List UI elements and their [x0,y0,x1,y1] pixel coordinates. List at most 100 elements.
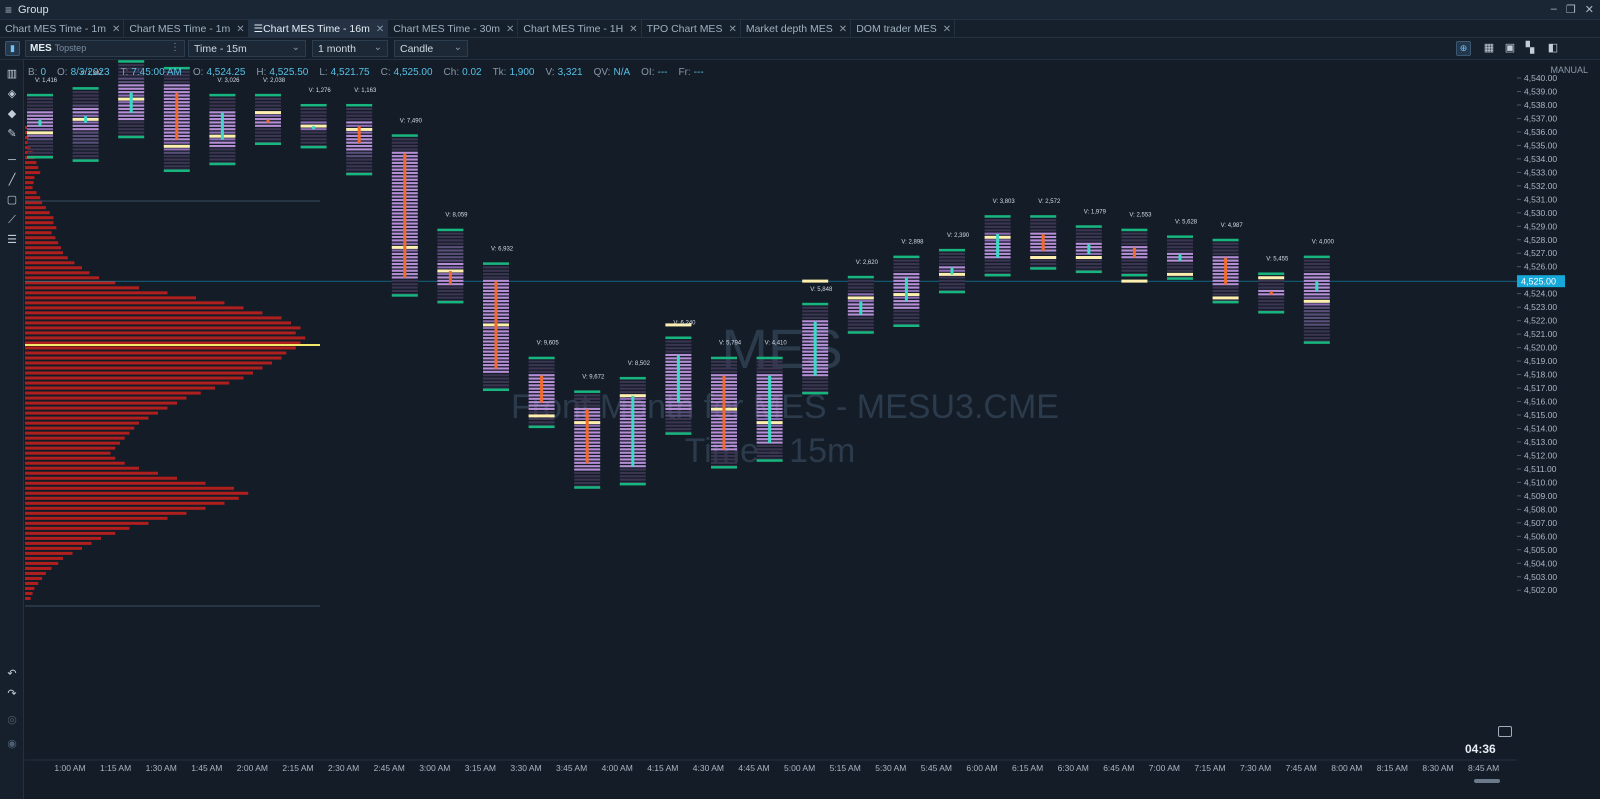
footprint-cell [893,300,920,303]
close-icon[interactable]: ✕ [1585,3,1594,16]
tab-4[interactable]: Chart MES Time - 1H ✕ [518,20,642,38]
volume-profile-bar [25,386,215,390]
more-options-icon[interactable]: ⋮ [170,42,180,53]
grid-layout-icon[interactable]: ▦ [1481,41,1497,56]
footprint-cell [893,269,920,272]
footprint-cell [619,387,646,390]
brush-icon[interactable]: ✎ [4,126,20,142]
tab-2[interactable]: ☰ Chart MES Time - 16m ✕ [248,20,389,38]
horizontal-line-icon[interactable]: ─ [4,152,20,168]
alert-bell-icon[interactable]: ◆ [4,106,20,122]
low-cap [619,482,646,486]
footprint-cell [209,94,236,97]
footprint-cell [711,438,737,441]
tab-close-icon[interactable]: ✕ [112,24,120,35]
footprint-cell [209,155,236,158]
volume-label: V: 5,628 [1175,219,1198,225]
magnet-icon[interactable]: ◉ [4,736,20,752]
footprint-cell [1258,289,1285,293]
footprint-cell [939,252,965,255]
footprint-cell [847,300,874,303]
tab-close-icon[interactable]: ✕ [629,24,637,35]
footprint-cell [1258,310,1285,313]
layers-icon[interactable]: ◈ [4,86,20,102]
footprint-cell [619,444,646,448]
hamburger-menu-icon[interactable]: ≡ [5,3,12,17]
symbol-selector[interactable]: MES Topstep ⋮ [25,40,185,57]
volume-label: V: 1,979 [1084,209,1107,215]
tab-close-icon[interactable]: ✕ [839,24,847,35]
zoom-icon[interactable]: ⊕ [1456,41,1471,56]
tab-5[interactable]: TPO Chart MES ✕ [642,20,741,38]
tab-close-icon[interactable]: ✕ [506,24,514,35]
footprint-cell [391,262,418,266]
footprint-cell [163,165,190,168]
period-dropdown[interactable]: 1 month ⌄ [312,40,388,57]
footprint-cell [27,145,53,148]
volume-profile-bar [25,396,187,400]
panel-toggle-icon[interactable]: ▮ [5,41,20,56]
manual-scale-label[interactable]: MANUAL [1550,65,1588,75]
info-value: N/A [613,67,631,78]
trend-line-icon[interactable]: ╱ [4,172,20,188]
footprint-cell [1303,256,1330,259]
footprint-cell [27,114,53,117]
volume-profile-bar [25,506,206,510]
footprint-cell [346,118,373,121]
aggregation-dropdown[interactable]: Time - 15m ⌄ [188,40,306,57]
lock-icon[interactable]: ▣ [1502,41,1518,56]
tab-close-icon[interactable]: ✕ [728,24,736,35]
footprint-cell [483,377,509,380]
tab-menu-icon[interactable]: ☰ [254,23,263,35]
tab-close-icon[interactable]: ✕ [943,24,951,35]
tab-7[interactable]: DOM trader MES ✕ [851,20,956,38]
horizontal-scrollbar[interactable] [1474,779,1500,783]
fibonacci-icon[interactable]: ⟋ [4,212,20,228]
candle-body [175,92,179,140]
volume-profile-bar [25,466,139,470]
footprint-cell [711,428,737,431]
tab-6[interactable]: Market depth MES ✕ [741,20,852,38]
chart-type-dropdown[interactable]: Candle ⌄ [394,40,468,57]
tab-1[interactable]: Chart MES Time - 1m ✕ [124,20,249,38]
price-tick-label: 4,512.00 [1524,450,1557,460]
volume-label: V: 6,932 [491,246,514,252]
studies-icon[interactable]: ▥ [4,66,20,82]
restore-icon[interactable]: ❐ [1566,3,1576,16]
candle-body [312,126,316,130]
footprint-cell [1303,276,1330,279]
tab-0[interactable]: Chart MES Time - 1m ✕ [0,20,125,38]
footprint-cell [1075,256,1102,259]
footprint-cell [255,121,281,124]
chart-canvas[interactable]: MES Front Month for MES - MESU3.CME Time -… [0,0,1600,799]
sidebar-toggle-icon[interactable]: ◧ [1545,41,1561,56]
footprint-cell [391,165,418,168]
tab-3[interactable]: Chart MES Time - 30m ✕ [388,20,519,38]
footprint-cell [756,397,783,400]
footprint-cell [163,148,190,151]
undo-icon[interactable]: ↶ [4,666,20,682]
tab-close-icon[interactable]: ✕ [376,24,384,35]
eye-icon[interactable]: ◎ [4,712,20,728]
text-list-icon[interactable]: ☰ [4,232,20,248]
low-cap [118,135,145,139]
footprint-cell [483,320,509,323]
footprint-cell [893,266,920,269]
screenshot-camera-icon[interactable] [1498,726,1512,737]
footprint-cell [802,364,829,367]
high-cap [391,134,418,137]
footprint-cell [802,326,829,330]
minimize-icon[interactable]: – [1551,3,1557,16]
footprint-cell [27,118,53,121]
trade-icon[interactable]: ▚ [1522,41,1538,56]
poc-marker [528,414,555,418]
rectangle-icon[interactable]: ▢ [4,192,20,208]
footprint-cell [437,232,464,235]
tab-label: Market depth MES [745,23,833,35]
footprint-cell [1212,276,1239,279]
footprint-cell [893,283,920,286]
time-tick-label: 6:15 AM [1012,763,1043,773]
tab-close-icon[interactable]: ✕ [236,24,244,35]
footprint-cell [711,364,737,367]
candle-body [540,375,544,403]
